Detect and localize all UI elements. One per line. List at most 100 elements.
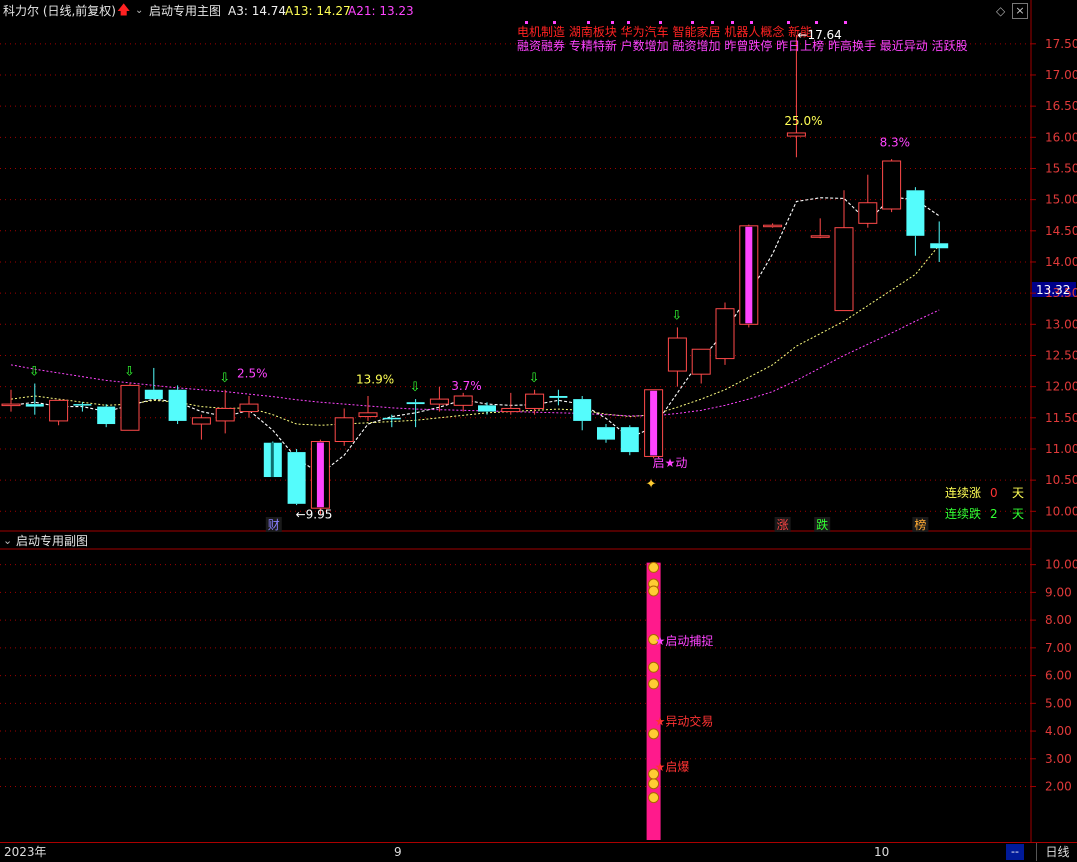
min-price-label: ←9.95 <box>296 507 333 521</box>
candle <box>406 399 425 428</box>
y-tick-label: 17.50 <box>1045 37 1077 51</box>
sub-y-tick-label: 10.00 <box>1045 558 1077 572</box>
y-tick-label: 14.00 <box>1045 255 1077 269</box>
sub-signal-icon <box>648 561 660 573</box>
candle <box>191 414 211 440</box>
down-arrow-icon: ⇩ <box>124 365 135 380</box>
down-arrow-icon: ⇩ <box>410 380 421 395</box>
marker-label: 跌 <box>816 517 828 532</box>
concept-tag[interactable]: 活跃股 <box>932 39 968 53</box>
candle <box>120 383 140 431</box>
candle <box>620 425 639 456</box>
nav-button[interactable]: -- <box>1006 844 1024 860</box>
concept-tag[interactable]: 智能家居 <box>672 24 724 39</box>
y-tick-label: 14.50 <box>1045 224 1077 238</box>
candle <box>597 424 615 443</box>
streak-up-days: 0 <box>990 486 998 500</box>
x-axis: 2023年 9 10 -- 日线 <box>0 842 1077 862</box>
current-price-tag: 13.32 <box>1036 283 1070 297</box>
sub-signal-icon <box>648 678 660 690</box>
tag-dot <box>587 21 590 24</box>
concept-tag[interactable]: 华为汽车 <box>621 24 673 39</box>
concept-tag[interactable]: 融资增加 <box>672 39 724 53</box>
candle-body <box>930 243 949 249</box>
y-tick-label: 15.00 <box>1045 193 1077 207</box>
sub-signal-label: ★启动捕捉 <box>655 633 714 648</box>
candle <box>834 190 854 312</box>
x-label-9: 9 <box>394 845 402 859</box>
y-tick-label: 16.50 <box>1045 99 1077 113</box>
concept-tag[interactable]: 户数增加 <box>621 38 673 53</box>
stock-chart[interactable]: ⇩ ⇩ ⇩ ⇩ ⇩ ⇩ 2.5% 13.9% 3.7% 25.0% 8.3% 电机制造 湖南板块 华为… <box>0 0 1077 842</box>
y-tick-label: 16.00 <box>1045 130 1077 144</box>
sub-signal-icon <box>648 728 660 740</box>
butterfly-icon: ✦ <box>646 477 657 492</box>
candle <box>882 159 902 213</box>
y-tick-label: 12.50 <box>1045 348 1077 362</box>
concept-tag[interactable]: 专精特新 <box>569 38 621 53</box>
candle <box>501 392 521 415</box>
concept-tag[interactable]: 昨曾跌停 <box>724 38 776 53</box>
candle <box>573 395 592 431</box>
candle <box>287 448 306 506</box>
pct-label: 13.9% <box>356 373 394 387</box>
candle <box>930 221 949 262</box>
concept-tag[interactable]: 最近异动 <box>880 39 932 53</box>
x-label-2023: 2023年 <box>4 845 47 859</box>
candle <box>144 367 163 400</box>
streak-down-unit: 天 <box>1012 507 1024 521</box>
ma-line-a3 <box>10 196 940 475</box>
y-tick-label: 12.00 <box>1045 380 1077 394</box>
candle-body <box>429 398 449 405</box>
down-arrow-icon: ⇩ <box>529 371 540 386</box>
y-tick-label: 10.50 <box>1045 473 1077 487</box>
tag-dot <box>525 21 528 24</box>
x-label-10: 10 <box>874 845 890 859</box>
tag-dot <box>731 21 734 24</box>
candle-body <box>501 407 521 413</box>
concept-tag[interactable]: 融资融券 <box>517 38 569 53</box>
pct-label: 3.7% <box>451 379 482 393</box>
candle <box>906 187 925 256</box>
tag-dot <box>553 21 556 24</box>
candle-body <box>763 224 783 228</box>
candle <box>310 439 330 515</box>
y-tick-label: 15.50 <box>1045 161 1077 175</box>
marker-label: 榜 <box>914 517 926 532</box>
candle <box>763 223 783 228</box>
down-arrow-icon: ⇩ <box>219 371 230 386</box>
y-tick-label: 17.00 <box>1045 68 1077 82</box>
candle-body <box>144 389 163 400</box>
candle-body <box>73 404 92 406</box>
candle-body <box>1 403 21 407</box>
marker-label: 财 <box>268 518 280 532</box>
sub-y-tick-label: 8.00 <box>1045 613 1072 627</box>
candle <box>334 408 354 446</box>
candle-body <box>215 407 235 422</box>
sub-signal-icon <box>648 792 660 804</box>
tag-dot <box>815 21 818 24</box>
period-button[interactable]: 日线 <box>1036 843 1077 861</box>
sub-y-tick-label: 9.00 <box>1045 585 1072 599</box>
candle-body <box>906 190 925 236</box>
streak-down-days: 2 <box>990 507 998 521</box>
candle <box>97 404 116 428</box>
concept-tag[interactable]: 电机制造 <box>517 25 569 39</box>
candle-body <box>358 412 378 418</box>
candle-body <box>691 348 711 375</box>
candle <box>239 395 259 418</box>
candle <box>453 392 473 412</box>
sub-y-tick-label: 7.00 <box>1045 641 1072 655</box>
tag-dot <box>627 21 630 24</box>
candle-body <box>882 160 902 210</box>
concept-tag[interactable]: 机器人概念 <box>724 24 788 39</box>
streak-up-label: 连续涨 <box>945 485 981 500</box>
pct-label: 25.0% <box>784 114 822 128</box>
sub-y-tick-label: 4.00 <box>1045 724 1072 738</box>
candle-body <box>573 399 592 421</box>
concept-tag[interactable]: 湖南板块 <box>569 24 621 39</box>
candle-split-stripe <box>270 442 274 478</box>
candle <box>1 389 21 412</box>
candle <box>739 224 759 328</box>
candle <box>382 414 401 428</box>
